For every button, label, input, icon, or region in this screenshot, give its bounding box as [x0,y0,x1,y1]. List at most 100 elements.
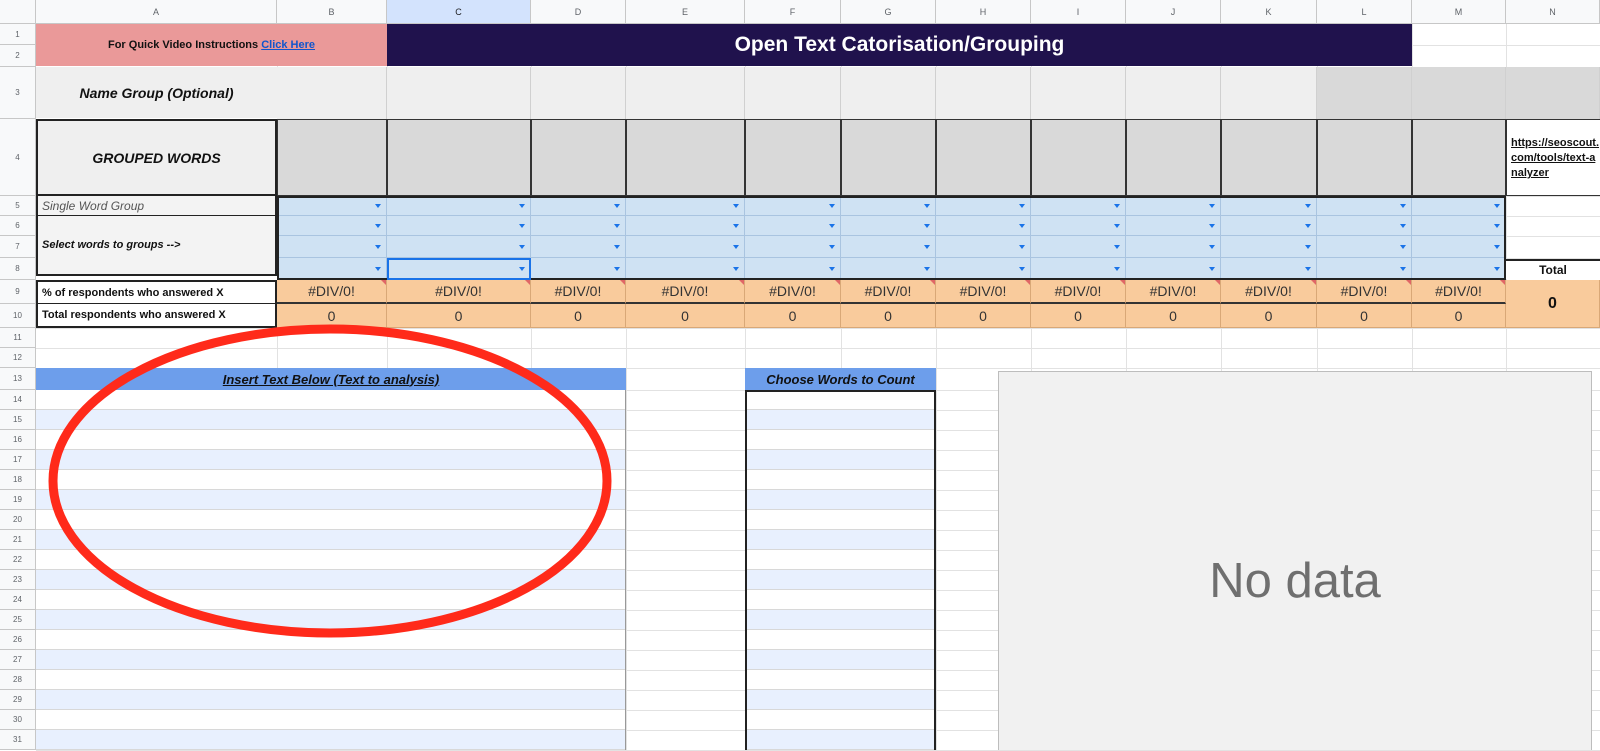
column-header-j[interactable]: J [1126,0,1221,24]
comment-indicator-icon[interactable] [1311,280,1316,285]
comment-indicator-icon[interactable] [1215,280,1220,285]
row-header-3[interactable]: 3 [0,67,36,119]
row-header-2[interactable]: 2 [0,45,36,67]
row-header-22[interactable]: 22 [0,550,36,570]
pct-value-d: #DIV/0! [531,280,626,304]
row-header-8[interactable]: 8 [0,258,36,280]
name-group-cell-n[interactable] [1506,67,1600,119]
grouped-words-cell-e[interactable] [626,119,745,196]
name-group-cell-g[interactable] [841,67,936,119]
column-header-a[interactable]: A [36,0,277,24]
pct-value-text: #DIV/0! [1340,283,1388,299]
grouped-words-cell-b[interactable] [277,119,387,196]
selected-cell-c8[interactable] [387,258,531,280]
tool-url-link[interactable]: https://seoscout.com/tools/text-analyzer [1506,119,1600,196]
row-header-18[interactable]: 18 [0,470,36,490]
select-all-corner[interactable] [0,0,36,24]
grouped-words-cell-k[interactable] [1221,119,1317,196]
insert-text-row[interactable] [36,650,626,670]
row-header-15[interactable]: 15 [0,410,36,430]
row-header-27[interactable]: 27 [0,650,36,670]
row-header-4[interactable]: 4 [0,119,36,196]
column-header-d[interactable]: D [531,0,626,24]
column-header-k[interactable]: K [1221,0,1317,24]
column-header-b[interactable]: B [277,0,387,24]
row-header-21[interactable]: 21 [0,530,36,550]
name-group-cell-j[interactable] [1126,67,1221,119]
insert-text-row[interactable] [36,690,626,710]
row-header-23[interactable]: 23 [0,570,36,590]
comment-indicator-icon[interactable] [381,280,386,285]
comment-indicator-icon[interactable] [739,280,744,285]
row-header-10[interactable]: 10 [0,304,36,328]
chart-placeholder[interactable]: No data [998,371,1592,750]
row-header-9[interactable]: 9 [0,280,36,304]
row-header-24[interactable]: 24 [0,590,36,610]
column-header-f[interactable]: F [745,0,841,24]
name-group-cell-d[interactable] [531,67,626,119]
total-value-text: 0 [884,307,892,324]
row-header-16[interactable]: 16 [0,430,36,450]
name-group-cell-i[interactable] [1031,67,1126,119]
total-value-text: 0 [1264,307,1273,324]
column-header-c[interactable]: C [387,0,531,24]
name-group-cell-h[interactable] [936,67,1031,119]
row-header-29[interactable]: 29 [0,690,36,710]
name-group-cell-c[interactable] [387,67,531,119]
insert-text-row[interactable] [36,730,626,750]
grouped-words-cell-m[interactable] [1412,119,1506,196]
name-group-cell-b[interactable] [277,67,387,119]
pct-value-text: #DIV/0! [769,283,816,299]
name-group-cell-k[interactable] [1221,67,1317,119]
row-header-30[interactable]: 30 [0,710,36,730]
row-header-28[interactable]: 28 [0,670,36,690]
insert-text-row[interactable] [36,710,626,730]
column-header-i[interactable]: I [1031,0,1126,24]
row-header-17[interactable]: 17 [0,450,36,470]
grouped-words-cell-f[interactable] [745,119,841,196]
name-group-cell-m[interactable] [1412,67,1506,119]
column-header-g[interactable]: G [841,0,936,24]
comment-indicator-icon[interactable] [620,280,625,285]
row-header-12[interactable]: 12 [0,348,36,368]
column-header-h[interactable]: H [936,0,1031,24]
grouped-words-cell-i[interactable] [1031,119,1126,196]
row-header-31[interactable]: 31 [0,730,36,750]
row-header-20[interactable]: 20 [0,510,36,530]
comment-indicator-icon[interactable] [1500,280,1505,285]
grouped-words-cell-d[interactable] [531,119,626,196]
instructions-link[interactable]: Click Here [261,39,315,51]
row-header-13[interactable]: 13 [0,368,36,390]
grouped-words-cell-l[interactable] [1317,119,1412,196]
grouped-words-cell-g[interactable] [841,119,936,196]
name-group-cell-f[interactable] [745,67,841,119]
insert-text-right-border [625,390,626,750]
row-header-19[interactable]: 19 [0,490,36,510]
column-header-l[interactable]: L [1317,0,1412,24]
name-group-cell-e[interactable] [626,67,745,119]
row-header-14[interactable]: 14 [0,390,36,410]
total-value-text: 0 [1454,307,1463,324]
column-header-m[interactable]: M [1412,0,1506,24]
comment-indicator-icon[interactable] [1406,280,1411,285]
row-header-1[interactable]: 1 [0,24,36,45]
row-header-6[interactable]: 6 [0,216,36,236]
row-header-7[interactable]: 7 [0,236,36,258]
name-group-cell-l[interactable] [1317,67,1412,119]
comment-indicator-icon[interactable] [1120,280,1125,285]
grouped-words-cell-h[interactable] [936,119,1031,196]
insert-text-row[interactable] [36,670,626,690]
grouped-words-cell-c[interactable] [387,119,531,196]
row-header-26[interactable]: 26 [0,630,36,650]
row-header-5[interactable]: 5 [0,196,36,216]
comment-indicator-icon[interactable] [930,280,935,285]
column-header-e[interactable]: E [626,0,745,24]
comment-indicator-icon[interactable] [835,280,840,285]
row-header-11[interactable]: 11 [0,328,36,348]
row-header-25[interactable]: 25 [0,610,36,630]
total-value-text: 0 [681,307,689,324]
comment-indicator-icon[interactable] [1025,280,1030,285]
grouped-words-cell-j[interactable] [1126,119,1221,196]
comment-indicator-icon[interactable] [525,280,530,285]
column-header-n[interactable]: N [1506,0,1600,24]
